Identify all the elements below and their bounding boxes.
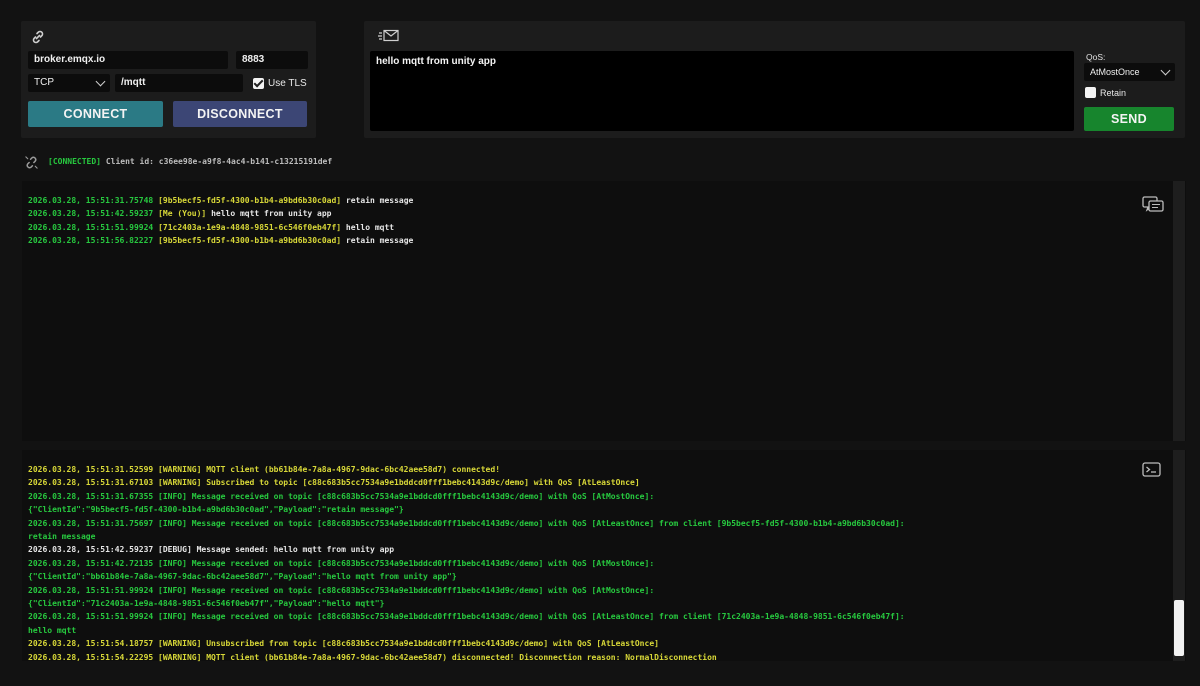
console-line: hello mqtt — [28, 625, 77, 635]
connection-panel: broker.emqx.io 8883 TCP /mqtt Use TLS CO… — [21, 21, 316, 138]
console-line: 2026.03.28, 15:51:31.67355 [INFO] Messag… — [28, 491, 655, 501]
console-line: 2026.03.28, 15:51:31.67103 [WARNING] Sub… — [28, 478, 640, 488]
chat-log: 2026.03.28, 15:51:31.75748 [9b5becf5-fd5… — [28, 194, 413, 248]
envelope-icon — [378, 29, 399, 42]
publish-panel: hello mqtt from unity app QoS: AtMostOnc… — [364, 21, 1185, 138]
console-line: 2026.03.28, 15:51:42.59237 [DEBUG] Messa… — [28, 545, 395, 555]
console-line: {"ClientId":"bb61b84e-7a8a-4967-9dac-6bc… — [28, 572, 457, 582]
connection-status: [CONNECTED] Client id: c36ee98e-a9f8-4ac… — [48, 157, 332, 166]
console-line: {"ClientId":"9b5becf5-fd5f-4300-b1b4-a9b… — [28, 505, 404, 515]
use-tls-checkbox[interactable] — [253, 78, 264, 89]
message-text: hello mqtt from unity app — [211, 209, 332, 219]
terminal-icon[interactable] — [1142, 462, 1161, 477]
chat-message: 2026.03.28, 15:51:51.99924 [71c2403a-1e9… — [28, 221, 413, 234]
qos-select[interactable]: AtMostOnce — [1084, 63, 1175, 81]
send-button[interactable]: SEND — [1084, 107, 1174, 131]
status-badge: [CONNECTED] — [48, 157, 101, 166]
protocol-value: TCP — [34, 77, 54, 88]
path-input[interactable]: /mqtt — [115, 74, 243, 92]
console-line: retain message — [28, 532, 96, 542]
retain-checkbox[interactable] — [1085, 87, 1096, 98]
host-input[interactable]: broker.emqx.io — [28, 51, 228, 69]
console-line: 2026.03.28, 15:51:54.18757 [WARNING] Uns… — [28, 639, 659, 649]
disconnect-button[interactable]: DISCONNECT — [173, 101, 307, 127]
chat-message: 2026.03.28, 15:51:31.75748 [9b5becf5-fd5… — [28, 194, 413, 207]
protocol-select[interactable]: TCP — [28, 74, 110, 92]
chat-message: 2026.03.28, 15:51:56.82227 [9b5becf5-fd5… — [28, 234, 413, 247]
message-time: 2026.03.28, 15:51:42.59237 — [28, 209, 154, 219]
message-time: 2026.03.28, 15:51:31.75748 — [28, 196, 154, 205]
message-sender: [9b5becf5-fd5f-4300-b1b4-a9bd6b30c0ad] — [158, 196, 342, 205]
message-sender: [71c2403a-1e9a-4848-9851-6c546f0eb47f] — [158, 222, 342, 232]
message-time: 2026.03.28, 15:51:51.99924 — [28, 222, 154, 232]
qos-value: AtMostOnce — [1090, 67, 1140, 77]
console-line: 2026.03.28, 15:51:51.99924 [INFO] Messag… — [28, 612, 905, 622]
chat-log-panel[interactable]: 2026.03.28, 15:51:31.75748 [9b5becf5-fd5… — [22, 181, 1186, 441]
qos-label: QoS: — [1086, 52, 1106, 62]
console-scrollbar[interactable] — [1173, 450, 1185, 661]
retain-label: Retain — [1100, 88, 1127, 98]
message-sender: [9b5becf5-fd5f-4300-b1b4-a9bd6b30c0ad] — [158, 236, 342, 246]
message-text: retain message — [345, 236, 414, 246]
console-line: {"ClientId":"71c2403a-1e9a-4848-9851-6c5… — [28, 599, 385, 609]
use-tls-label: Use TLS — [268, 78, 307, 89]
broken-link-icon — [25, 156, 38, 169]
port-input[interactable]: 8883 — [236, 51, 308, 69]
console-line: 2026.03.28, 15:51:54.22295 [WARNING] MQT… — [28, 652, 717, 662]
console-line: 2026.03.28, 15:51:31.52599 [WARNING] MQT… — [28, 465, 501, 474]
connect-button[interactable]: CONNECT — [28, 101, 163, 127]
link-icon — [32, 30, 44, 44]
chat-scrollbar[interactable] — [1173, 181, 1185, 441]
chevron-down-icon — [1160, 65, 1171, 76]
client-id-text: Client id: c36ee98e-a9f8-4ac4-b141-c1321… — [105, 157, 333, 166]
message-sender: [Me (You)] — [158, 209, 207, 219]
console-line: 2026.03.28, 15:51:42.72135 [INFO] Messag… — [28, 558, 655, 568]
chat-bubbles-icon[interactable] — [1142, 196, 1164, 214]
message-time: 2026.03.28, 15:51:56.82227 — [28, 236, 154, 246]
message-text: retain message — [345, 196, 414, 205]
console-log-panel[interactable]: 2026.03.28, 15:51:31.52599 [WARNING] MQT… — [22, 450, 1186, 664]
console-line: 2026.03.28, 15:51:51.99924 [INFO] Messag… — [28, 585, 655, 595]
console-line: 2026.03.28, 15:51:31.75697 [INFO] Messag… — [28, 518, 905, 528]
console-scroll-thumb[interactable] — [1174, 600, 1184, 656]
chevron-down-icon — [95, 76, 106, 87]
chat-message: 2026.03.28, 15:51:42.59237 [Me (You)] he… — [28, 207, 413, 220]
console-log: 2026.03.28, 15:51:31.52599 [WARNING] MQT… — [28, 463, 905, 664]
message-input[interactable]: hello mqtt from unity app — [370, 51, 1074, 131]
message-text: hello mqtt — [345, 222, 395, 232]
